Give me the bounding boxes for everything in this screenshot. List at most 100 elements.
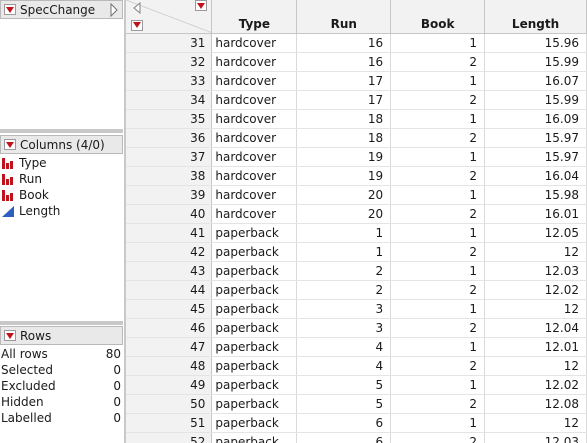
columns-menu-button[interactable] (4, 139, 16, 150)
cell-book[interactable]: 1 (390, 261, 486, 281)
cell-run[interactable]: 3 (296, 318, 392, 338)
cell-type[interactable]: hardcover (211, 33, 298, 53)
column-header-length[interactable]: Length (484, 0, 587, 34)
row-number[interactable]: 38 (126, 166, 213, 186)
column-menu-button[interactable] (195, 0, 208, 11)
cell-book[interactable]: 2 (390, 356, 486, 376)
table-row[interactable]: 42 paperback 1 2 12 (126, 242, 587, 262)
row-number[interactable]: 41 (126, 223, 213, 243)
cell-length[interactable]: 12.02 (484, 375, 587, 395)
row-number[interactable]: 45 (126, 299, 213, 319)
cell-book[interactable]: 2 (390, 204, 486, 224)
cell-book[interactable]: 1 (390, 185, 486, 205)
table-row[interactable]: 44 paperback 2 2 12.02 (126, 280, 587, 300)
cell-book[interactable]: 1 (390, 337, 486, 357)
cell-length[interactable]: 12 (484, 413, 587, 433)
cell-book[interactable]: 2 (390, 166, 486, 186)
cell-book[interactable]: 1 (390, 33, 486, 53)
table-row[interactable]: 50 paperback 5 2 12.08 (126, 394, 587, 414)
table-panel-header[interactable]: SpecChange (0, 0, 123, 19)
cell-run[interactable]: 3 (296, 299, 392, 319)
column-item-length[interactable]: Length (0, 203, 123, 219)
table-row[interactable]: 32 hardcover 16 2 15.99 (126, 52, 587, 72)
table-row[interactable]: 36 hardcover 18 2 15.97 (126, 128, 587, 148)
row-number[interactable]: 49 (126, 375, 213, 395)
cell-run[interactable]: 6 (296, 413, 392, 433)
cell-type[interactable]: paperback (211, 394, 298, 414)
cell-run[interactable]: 5 (296, 375, 392, 395)
cell-type[interactable]: paperback (211, 280, 298, 300)
row-number[interactable]: 52 (126, 432, 213, 443)
column-header-book[interactable]: Book (390, 0, 486, 34)
table-row[interactable]: 46 paperback 3 2 12.04 (126, 318, 587, 338)
cell-run[interactable]: 19 (296, 166, 392, 186)
row-menu-button[interactable] (131, 19, 143, 31)
row-number[interactable]: 37 (126, 147, 213, 167)
table-row[interactable]: 39 hardcover 20 1 15.98 (126, 185, 587, 205)
cell-book[interactable]: 2 (390, 432, 486, 443)
cell-book[interactable]: 2 (390, 52, 486, 72)
cell-length[interactable]: 16.04 (484, 166, 587, 186)
cell-type[interactable]: hardcover (211, 185, 298, 205)
rows-menu-button[interactable] (4, 330, 16, 341)
table-row[interactable]: 34 hardcover 17 2 15.99 (126, 90, 587, 110)
cell-book[interactable]: 2 (390, 128, 486, 148)
cell-run[interactable]: 18 (296, 109, 392, 129)
cell-run[interactable]: 19 (296, 147, 392, 167)
column-item-type[interactable]: Type (0, 155, 123, 171)
cell-run[interactable]: 2 (296, 261, 392, 281)
row-number[interactable]: 43 (126, 261, 213, 281)
cell-book[interactable]: 2 (390, 280, 486, 300)
column-header-run[interactable]: Run (296, 0, 392, 34)
row-number[interactable]: 39 (126, 185, 213, 205)
cell-book[interactable]: 1 (390, 71, 486, 91)
columns-panel-header[interactable]: Columns (4/0) (0, 135, 123, 154)
cell-type[interactable]: paperback (211, 242, 298, 262)
cell-type[interactable]: paperback (211, 261, 298, 281)
table-row[interactable]: 35 hardcover 18 1 16.09 (126, 109, 587, 129)
cell-length[interactable]: 12.03 (484, 261, 587, 281)
column-item-book[interactable]: Book (0, 187, 123, 203)
cell-length[interactable]: 15.98 (484, 185, 587, 205)
cell-type[interactable]: hardcover (211, 90, 298, 110)
row-number[interactable]: 36 (126, 128, 213, 148)
row-number[interactable]: 42 (126, 242, 213, 262)
cell-type[interactable]: hardcover (211, 147, 298, 167)
row-number[interactable]: 33 (126, 71, 213, 91)
row-number[interactable]: 50 (126, 394, 213, 414)
cell-length[interactable]: 12.03 (484, 432, 587, 443)
cell-type[interactable]: hardcover (211, 109, 298, 129)
cell-run[interactable]: 17 (296, 90, 392, 110)
cell-length[interactable]: 12 (484, 242, 587, 262)
cell-length[interactable]: 15.96 (484, 33, 587, 53)
cell-length[interactable]: 12 (484, 356, 587, 376)
cell-book[interactable]: 2 (390, 242, 486, 262)
cell-type[interactable]: hardcover (211, 204, 298, 224)
cell-book[interactable]: 1 (390, 413, 486, 433)
cell-run[interactable]: 4 (296, 356, 392, 376)
row-number[interactable]: 44 (126, 280, 213, 300)
table-row[interactable]: 52 paperback 6 2 12.03 (126, 432, 587, 443)
table-row[interactable]: 38 hardcover 19 2 16.04 (126, 166, 587, 186)
cell-type[interactable]: paperback (211, 318, 298, 338)
cell-length[interactable]: 16.01 (484, 204, 587, 224)
cell-type[interactable]: hardcover (211, 128, 298, 148)
row-number[interactable]: 32 (126, 52, 213, 72)
row-number[interactable]: 31 (126, 33, 213, 53)
cell-run[interactable]: 6 (296, 432, 392, 443)
run-script-icon[interactable] (109, 3, 119, 17)
cell-type[interactable]: paperback (211, 413, 298, 433)
cell-length[interactable]: 12 (484, 299, 587, 319)
cell-type[interactable]: paperback (211, 432, 298, 443)
cell-run[interactable]: 1 (296, 223, 392, 243)
cell-length[interactable]: 15.99 (484, 52, 587, 72)
cell-type[interactable]: paperback (211, 299, 298, 319)
cell-type[interactable]: hardcover (211, 166, 298, 186)
cell-type[interactable]: hardcover (211, 52, 298, 72)
cell-type[interactable]: paperback (211, 375, 298, 395)
table-row[interactable]: 49 paperback 5 1 12.02 (126, 375, 587, 395)
cell-length[interactable]: 12.01 (484, 337, 587, 357)
cell-run[interactable]: 5 (296, 394, 392, 414)
column-header-type[interactable]: Type (211, 0, 298, 34)
table-menu-button[interactable] (4, 4, 16, 15)
